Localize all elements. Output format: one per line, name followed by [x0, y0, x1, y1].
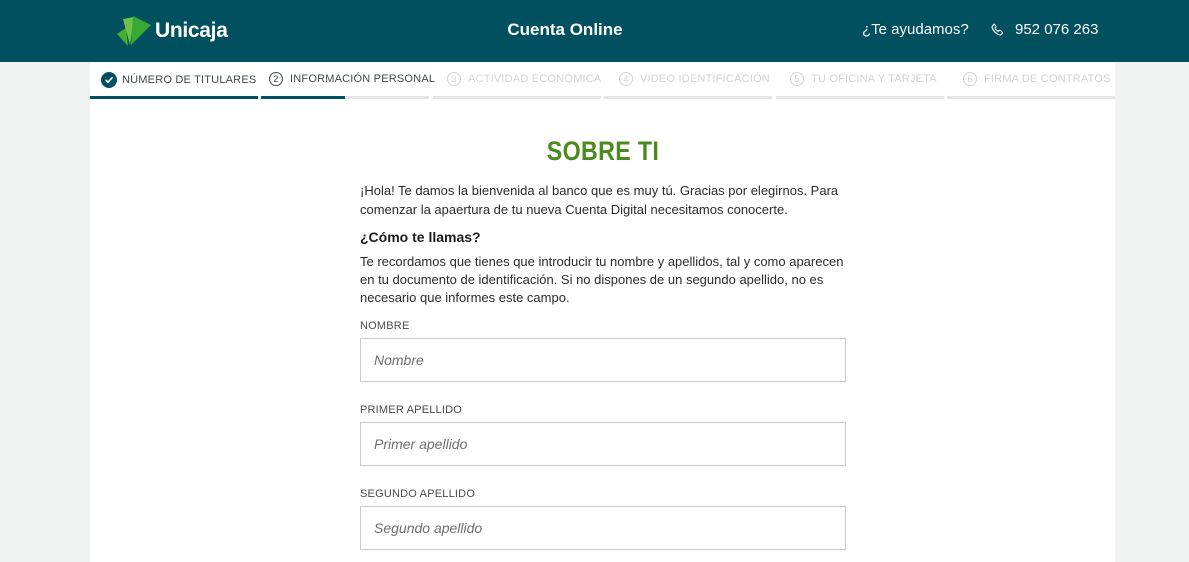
segundo-apellido-label: SEGUNDO APELLIDO: [360, 488, 476, 500]
name-question: ¿Cómo te llamas?: [360, 229, 481, 245]
step-number: 6: [963, 72, 977, 86]
step-informacion-personal[interactable]: 2 INFORMACIÓN PERSONAL: [261, 62, 435, 99]
help-link[interactable]: ¿Te ayudamos?: [862, 21, 969, 38]
nombre-input[interactable]: [360, 338, 846, 382]
step-label: INFORMACIÓN PERSONAL: [290, 73, 436, 85]
step-progress-bar: [604, 96, 772, 99]
step-progress-bar: [90, 96, 258, 99]
step-number: 3: [447, 72, 461, 86]
form-card: NÚMERO DE TITULARES 2 INFORMACIÓN PERSON…: [90, 62, 1115, 562]
step-label: NÚMERO DE TITULARES: [122, 74, 257, 86]
progress-steps: NÚMERO DE TITULARES 2 INFORMACIÓN PERSON…: [90, 62, 1115, 99]
check-icon: [101, 72, 117, 88]
hint-text: Te recordamos que tienes que introducir …: [360, 254, 844, 305]
step-actividad-economica[interactable]: 3 ACTIVIDAD ECONÓMICA: [433, 62, 601, 99]
step-progress-bar: [261, 96, 429, 99]
app-title: Cuenta Online: [507, 20, 623, 39]
step-video-identificacion[interactable]: 4 VIDEO IDENTIFICACIÓN: [604, 62, 772, 99]
phone-link[interactable]: 952 076 263: [990, 21, 1098, 38]
step-label: ACTIVIDAD ECONÓMICA: [468, 73, 602, 85]
step-label: FIRMA DE CONTRATOS: [984, 73, 1111, 85]
step-progress-bar: [947, 96, 1115, 99]
phone-number: 952 076 263: [1015, 21, 1099, 38]
step-progress-bar: [433, 96, 601, 99]
step-label: VIDEO IDENTIFICACIÓN: [640, 73, 770, 85]
primer-apellido-label: PRIMER APELLIDO: [360, 404, 463, 416]
step-numero-de-titulares[interactable]: NÚMERO DE TITULARES: [90, 62, 258, 99]
intro-text: ¡Hola! Te damos la bienvenida al banco q…: [360, 183, 839, 217]
step-number: 2: [269, 72, 283, 86]
nombre-label: NOMBRE: [360, 320, 410, 332]
primer-apellido-input[interactable]: [360, 422, 846, 466]
brand-name: Unicaja: [155, 19, 228, 42]
unicaja-logo-icon: [117, 16, 151, 46]
phone-icon: [991, 23, 1003, 36]
step-progress-bar: [776, 96, 944, 99]
top-bar: Unicaja Cuenta Online ¿Te ayudamos? 952 …: [0, 0, 1189, 62]
segundo-apellido-input[interactable]: [360, 506, 846, 550]
step-firma-de-contratos[interactable]: 6 FIRMA DE CONTRATOS: [947, 62, 1115, 99]
unicaja-logo[interactable]: Unicaja: [116, 14, 228, 48]
step-tu-oficina-y-tarjeta[interactable]: 5 TU OFICINA Y TARJETA: [776, 62, 944, 99]
step-number: 4: [619, 72, 633, 86]
step-label: TU OFICINA Y TARJETA: [811, 73, 937, 85]
page-title: SOBRE TI: [546, 136, 660, 166]
step-number: 5: [790, 72, 804, 86]
